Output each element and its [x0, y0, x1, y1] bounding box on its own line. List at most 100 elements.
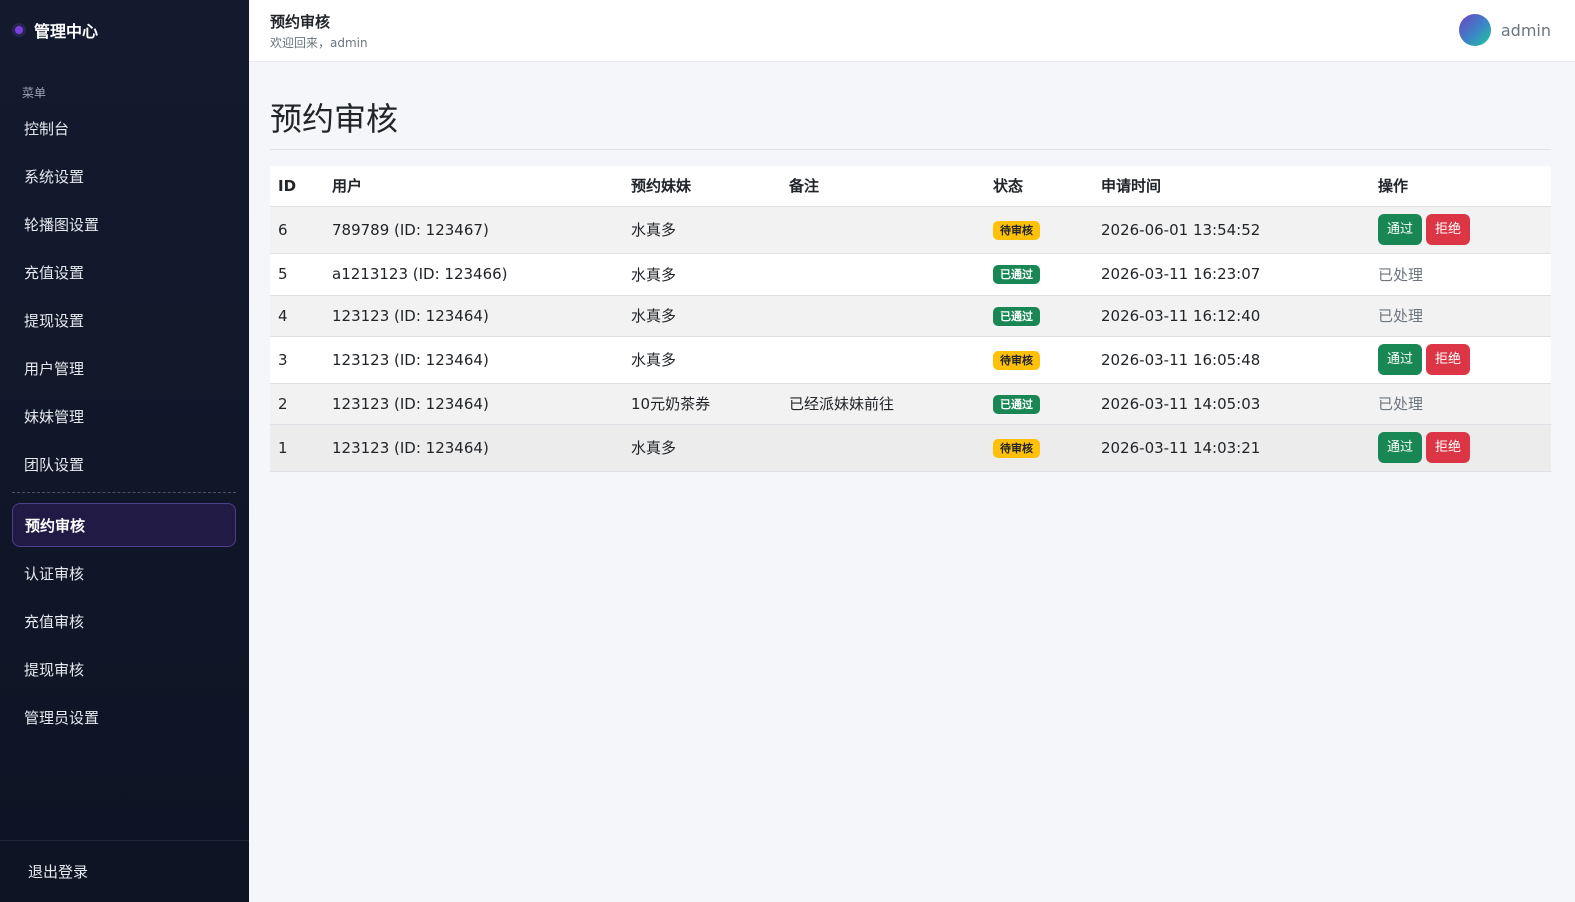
- cell-user: 123123 (ID: 123464): [324, 383, 623, 425]
- cell-note: [781, 253, 985, 296]
- sidebar-item[interactable]: 认证审核: [12, 551, 236, 595]
- status-badge: 待审核: [993, 438, 1040, 458]
- status-badge: 待审核: [993, 220, 1040, 240]
- brand-label: 管理中心: [34, 22, 99, 41]
- cell-status: 待审核: [985, 424, 1093, 472]
- cell-id: 4: [270, 295, 324, 337]
- brand: 管理中心: [12, 18, 98, 42]
- sidebar-item[interactable]: 充值审核: [12, 599, 236, 643]
- sidebar: 管理中心 菜单 控制台 系统设置 轮播图设置 充值设置 提现设置 用户管理 妹妹管理 团队设置…: [0, 0, 249, 902]
- cell-id: 5: [270, 253, 324, 296]
- cell-note: [781, 295, 985, 337]
- cell-actions: 已处理: [1370, 253, 1551, 296]
- reject-button[interactable]: 拒绝: [1426, 344, 1471, 375]
- sidebar-item[interactable]: 团队设置: [12, 442, 236, 486]
- processed-label: 已处理: [1378, 265, 1424, 284]
- column-header: 用户: [324, 166, 623, 207]
- sidebar-item[interactable]: 管理员设置: [12, 695, 236, 739]
- logout-button[interactable]: 退出登录: [0, 840, 249, 902]
- cell-user: a1213123 (ID: 123466): [324, 253, 623, 296]
- cell-girl: 水真多: [623, 295, 781, 337]
- user-menu[interactable]: admin: [1458, 14, 1551, 46]
- cell-status: 待审核: [985, 206, 1093, 254]
- processed-label: 已处理: [1378, 395, 1424, 413]
- cell-girl: 水真多: [623, 206, 781, 254]
- cell-girl: 10元奶茶券: [623, 383, 781, 425]
- sidebar-item[interactable]: 提现审核: [12, 647, 236, 691]
- sidebar-item[interactable]: 用户管理: [12, 346, 236, 390]
- brand-dot-icon: [12, 23, 26, 37]
- column-header: 状态: [985, 166, 1093, 207]
- table-row: 1 123123 (ID: 123464) 水真多 待审核 2026-03-11 14:…: [270, 424, 1551, 472]
- sidebar-item[interactable]: 控制台: [12, 106, 236, 150]
- reject-button[interactable]: 拒绝: [1426, 432, 1471, 463]
- booking-table: ID 用户 预约妹妹 备注 状态 申请时间 操作 6 789789 (ID: 123467) 水…: [270, 166, 1551, 472]
- cell-time: 2026-03-11 16:05:48: [1093, 336, 1370, 384]
- cell-id: 3: [270, 336, 324, 384]
- column-header: 操作: [1370, 166, 1551, 207]
- table-row: 6 789789 (ID: 123467) 水真多 待审核 2026-06-01 13:…: [270, 206, 1551, 254]
- cell-time: 2026-03-11 16:23:07: [1093, 253, 1370, 296]
- cell-actions: 已处理: [1370, 295, 1551, 337]
- cell-note: [781, 336, 985, 384]
- sidebar-item[interactable]: 预约审核: [12, 503, 236, 547]
- sidebar-item[interactable]: 妹妹管理: [12, 394, 236, 438]
- status-badge: 已通过: [993, 394, 1040, 414]
- table-row: 4 123123 (ID: 123464) 水真多 已通过 2026-03-11 16:…: [270, 295, 1551, 337]
- cell-user: 123123 (ID: 123464): [324, 336, 623, 384]
- cell-note: 已经派妹妹前往: [781, 383, 985, 425]
- avatar[interactable]: [1458, 14, 1491, 46]
- approve-button[interactable]: 通过: [1378, 214, 1423, 245]
- reject-button[interactable]: 拒绝: [1426, 214, 1471, 245]
- cell-id: 2: [270, 383, 324, 425]
- page-title: 预约审核: [270, 100, 399, 138]
- approve-button[interactable]: 通过: [1378, 432, 1423, 463]
- status-badge: 已通过: [993, 306, 1040, 326]
- cell-girl: 水真多: [623, 253, 781, 296]
- cell-actions: 已处理: [1370, 383, 1551, 425]
- cell-status: 已通过: [985, 295, 1093, 337]
- cell-note: [781, 206, 985, 254]
- sidebar-item[interactable]: 系统设置: [12, 154, 236, 198]
- top-header: 预约审核 欢迎回来，admin admin: [249, 0, 1575, 62]
- status-badge: 已通过: [993, 265, 1040, 284]
- column-header: 预约妹妹: [623, 166, 781, 207]
- menu-caption: 菜单: [22, 86, 47, 100]
- table-body: 6 789789 (ID: 123467) 水真多 待审核 2026-06-01 13:…: [270, 206, 1551, 472]
- sidebar-item[interactable]: 轮播图设置: [12, 202, 236, 246]
- column-header: 申请时间: [1093, 166, 1370, 207]
- table-row: 3 123123 (ID: 123464) 水真多 待审核 2026-03-11 16:…: [270, 336, 1551, 384]
- sidebar-menu: 控制台 系统设置 轮播图设置 充值设置 提现设置 用户管理 妹妹管理 团队设置预约审核 认证审核…: [12, 106, 236, 743]
- cell-user: 789789 (ID: 123467): [324, 206, 623, 254]
- header-title: 预约审核: [270, 13, 331, 31]
- cell-time: 2026-03-11 14:05:03: [1093, 383, 1370, 425]
- cell-girl: 水真多: [623, 424, 781, 472]
- table-header-row: ID 用户 预约妹妹 备注 状态 申请时间 操作: [270, 166, 1551, 207]
- title-divider: [270, 149, 1551, 150]
- cell-id: 1: [270, 424, 324, 472]
- username[interactable]: admin: [1501, 21, 1551, 40]
- cell-status: 待审核: [985, 336, 1093, 384]
- table-row: 2 123123 (ID: 123464) 10元奶茶券 已经派妹妹前往 已通过 2026…: [270, 383, 1551, 425]
- header-subtitle: 欢迎回来，admin: [270, 36, 368, 50]
- column-header: ID: [270, 166, 324, 207]
- cell-time: 2026-06-01 13:54:52: [1093, 206, 1370, 254]
- cell-time: 2026-03-11 14:03:21: [1093, 424, 1370, 472]
- cell-actions: 通过 拒绝: [1370, 206, 1551, 254]
- cell-actions: 通过 拒绝: [1370, 424, 1551, 472]
- cell-girl: 水真多: [623, 336, 781, 384]
- cell-status: 已通过: [985, 253, 1093, 296]
- approve-button[interactable]: 通过: [1378, 344, 1423, 375]
- cell-actions: 通过 拒绝: [1370, 336, 1551, 384]
- cell-note: [781, 424, 985, 472]
- processed-label: 已处理: [1378, 307, 1424, 325]
- table-row: 5 a1213123 (ID: 123466) 水真多 已通过 2026-03-11 1…: [270, 253, 1551, 296]
- menu-divider: [12, 492, 236, 493]
- sidebar-item[interactable]: 充值设置: [12, 250, 236, 294]
- column-header: 备注: [781, 166, 985, 207]
- sidebar-item[interactable]: 提现设置: [12, 298, 236, 342]
- cell-time: 2026-03-11 16:12:40: [1093, 295, 1370, 337]
- cell-user: 123123 (ID: 123464): [324, 295, 623, 337]
- cell-status: 已通过: [985, 383, 1093, 425]
- cell-id: 6: [270, 206, 324, 254]
